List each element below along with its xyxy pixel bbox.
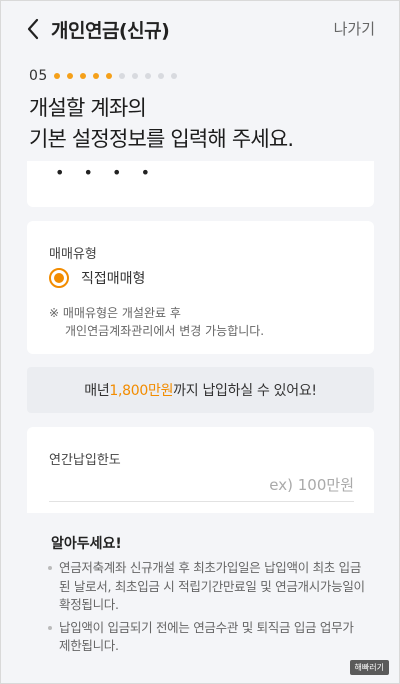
trade-type-card: 매매유형 직접매매형 ※ 매매유형은 개설완료 후 개인연금계좌관리에서 변경 … [27, 221, 374, 354]
limit-prefix: 매년 [84, 383, 110, 399]
progress-dots [53, 73, 184, 79]
progress-dot-complete [79, 73, 86, 79]
password-card: • • • • [27, 161, 374, 207]
limit-notice-bar: 매년 1,800만원 까지 납입하실 수 있어요! [27, 367, 374, 413]
progress-dot-complete [66, 73, 73, 79]
back-button[interactable] [21, 15, 45, 43]
radio-label: 직접매매형 [81, 271, 146, 287]
progress-dot-pending [131, 73, 138, 79]
step-number: 05 [29, 68, 48, 84]
radio-dot [54, 273, 64, 283]
progress-dot-complete [92, 73, 99, 79]
trade-type-notice: ※ 매매유형은 개설완료 후 개인연금계좌관리에서 변경 가능합니다. [49, 304, 264, 340]
progress-dot-pending [118, 73, 125, 79]
annual-limit-card: 연간납입한도 [27, 427, 374, 513]
notice-line2: 개인연금계좌관리에서 변경 가능합니다. [65, 324, 265, 338]
radio-direct-trade[interactable]: 직접매매형 [49, 268, 145, 288]
headline: 개설할 계좌의 기본 설정정보를 입력해 주세요. [29, 93, 389, 155]
page-title: 개인연금(신규) [51, 20, 170, 42]
progress-dot-pending [170, 73, 177, 79]
info-item: 연금저축계좌 신규개설 후 최초가입일은 납입액이 최초 입금된 날로서, 최초… [47, 559, 367, 615]
info-title: 알아두세요! [51, 536, 122, 552]
info-item: 납입액이 입금되기 전에는 연금수관 및 퇴직금 입금 업무가 제한됩니다. [47, 619, 367, 656]
masked-password[interactable]: • • • • [55, 163, 157, 182]
annual-limit-label: 연간납입한도 [49, 453, 121, 468]
progress-dot-pending [144, 73, 151, 79]
header: 개인연금(신규) 나가기 [1, 1, 399, 57]
annual-limit-input[interactable] [49, 471, 354, 499]
progress-dot-complete [105, 73, 112, 79]
input-underline [49, 501, 354, 502]
progress-dot-complete [53, 73, 60, 79]
progress-dot-pending [157, 73, 164, 79]
radio-selected-icon [49, 268, 69, 288]
exit-button[interactable]: 나가기 [334, 18, 375, 39]
progress-indicator: 05 [29, 67, 184, 85]
watermark-badge: 해빠러기 [349, 660, 389, 675]
limit-suffix: 까지 납입하실 수 있어요! [173, 383, 317, 399]
headline-line2: 기본 설정정보를 입력해 주세요. [29, 127, 294, 151]
headline-line1: 개설할 계좌의 [29, 96, 147, 120]
trade-type-label: 매매유형 [49, 247, 97, 262]
screen: 개인연금(신규) 나가기 05 개설할 계좌의 기본 설정정보를 입력해 주세요… [0, 0, 400, 684]
info-section: 알아두세요! 연금저축계좌 신규개설 후 최초가입일은 납입액이 최초 입금된 … [27, 517, 374, 662]
limit-amount: 1,800만원 [109, 383, 174, 399]
notice-line1: ※ 매매유형은 개설완료 후 [49, 306, 181, 320]
info-list: 연금저축계좌 신규개설 후 최초가입일은 납입액이 최초 입금된 날로서, 최초… [47, 559, 367, 660]
chevron-left-icon [27, 18, 39, 40]
